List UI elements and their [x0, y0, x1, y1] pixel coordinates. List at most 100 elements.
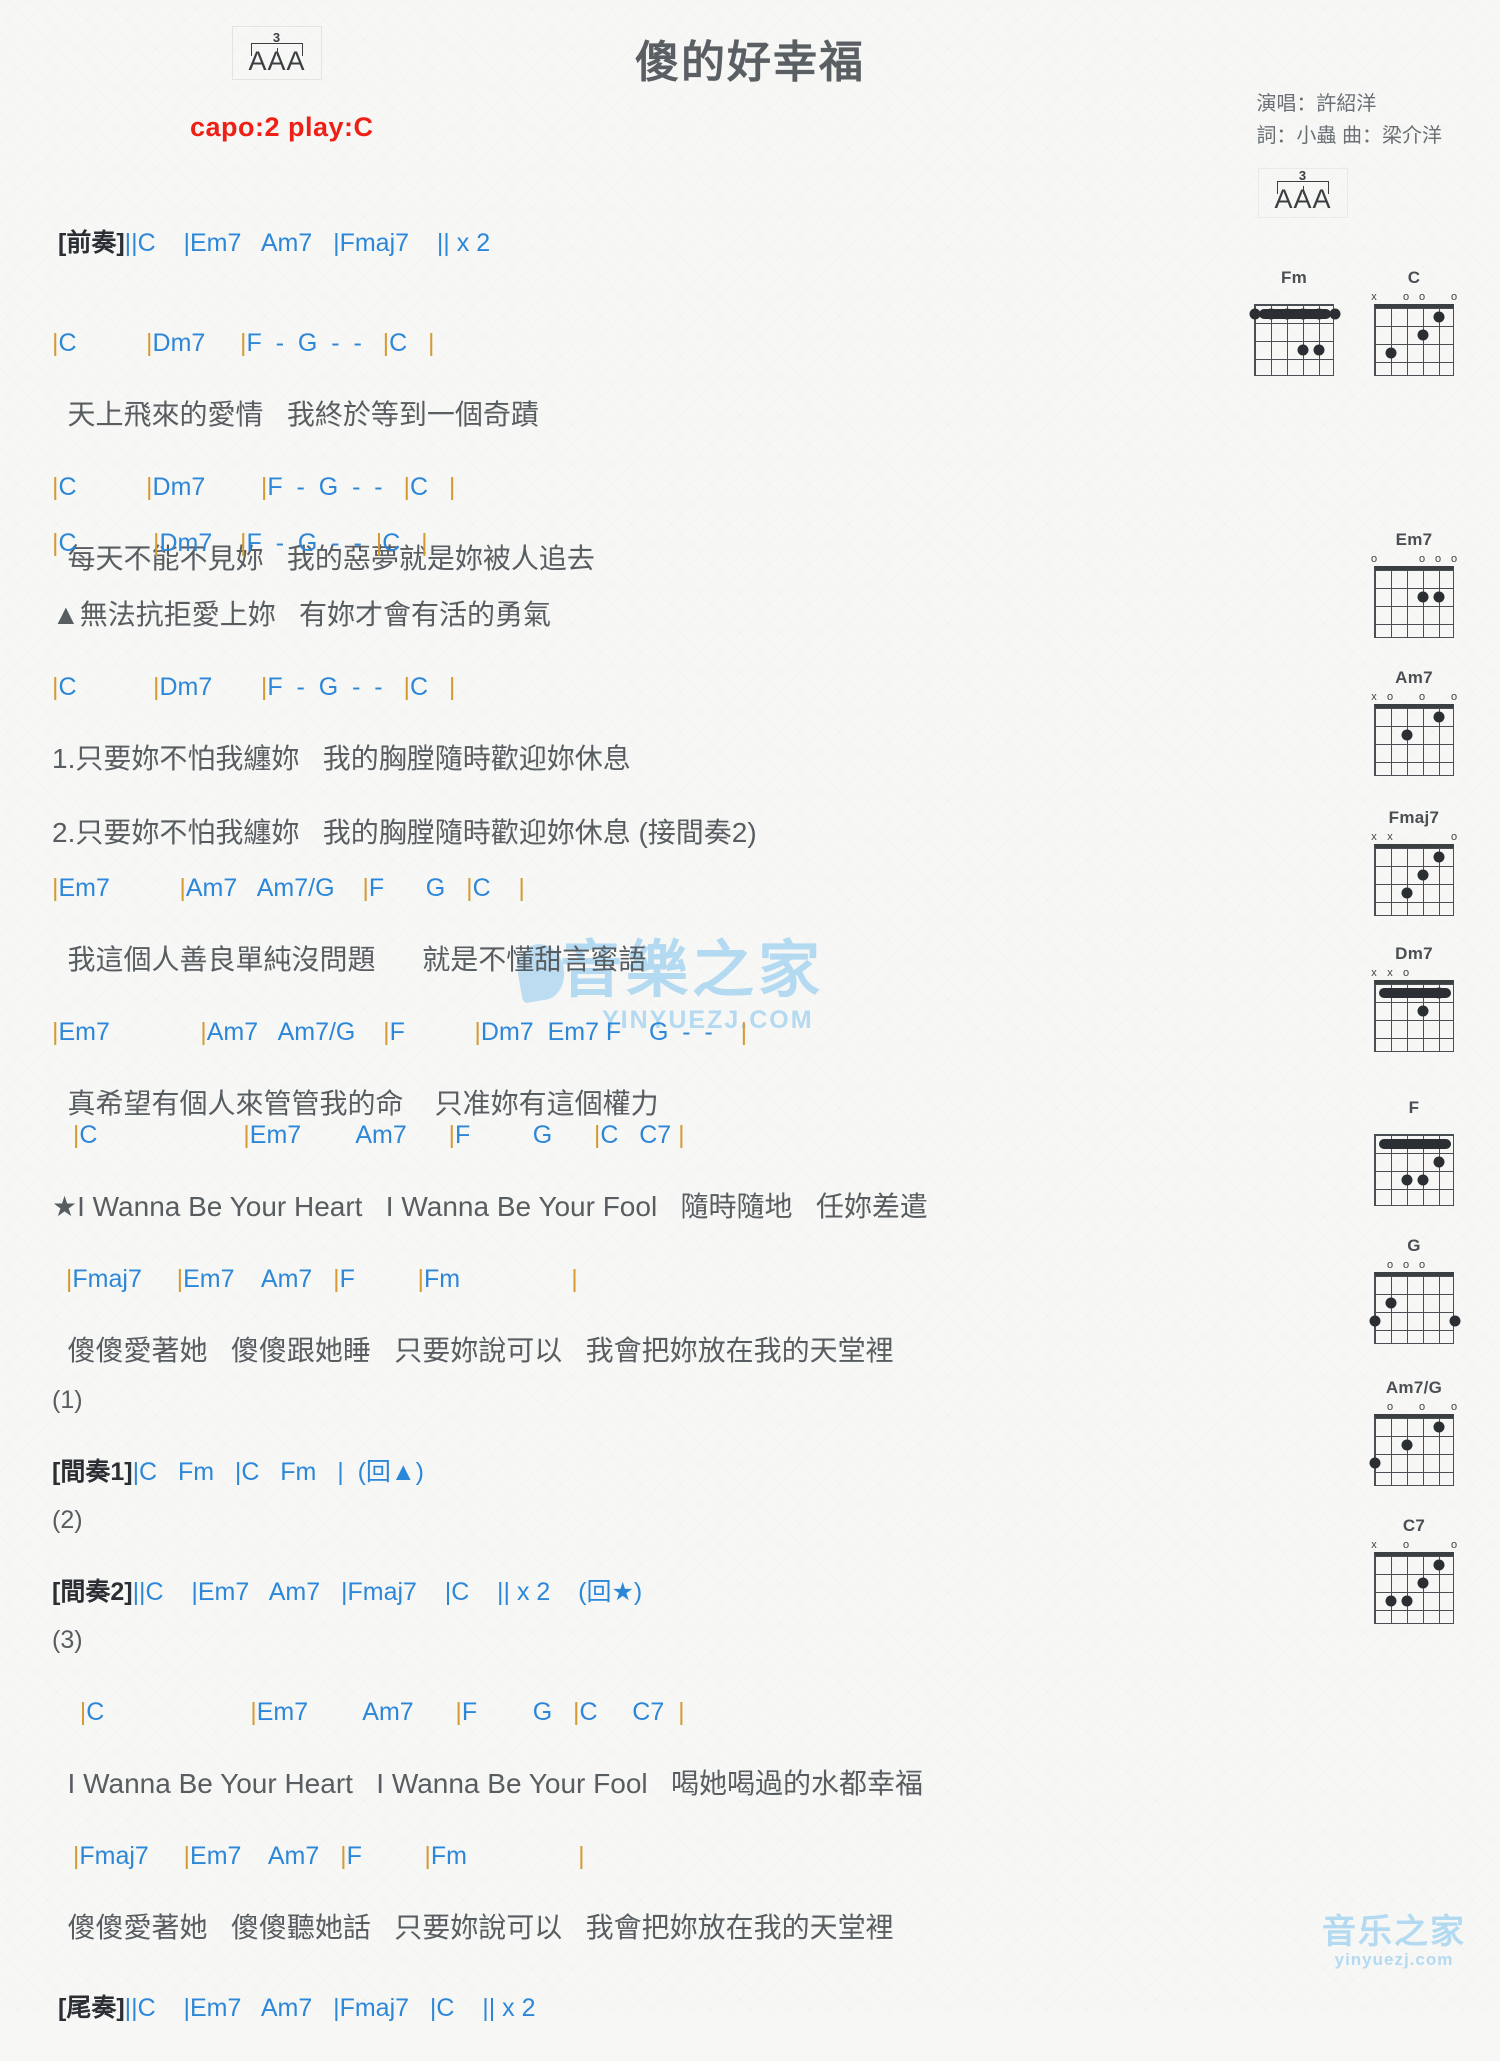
finger-dot	[1401, 887, 1413, 899]
bar-line: |	[240, 529, 247, 557]
intro-label: [前奏]	[58, 229, 125, 257]
rhythm-pattern-glyph-2: 3 AAA	[1274, 169, 1331, 217]
finger-dot	[1313, 308, 1325, 320]
finger-dot	[1401, 1174, 1413, 1186]
interlude1-number: (1)	[52, 1386, 83, 1414]
bar-line: |	[455, 1698, 462, 1726]
open-string-icon: o	[1450, 1539, 1458, 1551]
muted-string-icon: x	[1387, 967, 1393, 979]
capo-label: capo:2 play:C	[190, 112, 374, 142]
intro-line: [前奏]||C |Em7 Am7 |Fmaj7 || x 2	[58, 226, 490, 260]
finger-dot	[1369, 1315, 1381, 1327]
bar-line: |	[424, 1842, 431, 1870]
fretboard-grid	[1374, 980, 1454, 1052]
fretboard-grid	[1374, 844, 1454, 916]
fretboard-grid	[1374, 704, 1454, 776]
bar-line: |	[593, 1121, 601, 1149]
fretboard-grid	[1374, 1134, 1454, 1206]
singer-credit: 演唱：許紹洋	[1256, 93, 1377, 115]
finger-dot	[1369, 1457, 1381, 1469]
open-string-markers: xxo	[1368, 832, 1460, 844]
finger-dot	[1433, 311, 1445, 323]
fretboard-grid	[1369, 1272, 1461, 1344]
chord-row: |C |Dm7 |F - G - - |C |	[52, 673, 456, 701]
bar-line: |	[52, 874, 59, 902]
open-string-icon: o	[1386, 691, 1394, 703]
fretboard-grid	[1369, 1414, 1454, 1486]
bar-line: |	[362, 874, 369, 902]
bar-line: |	[340, 1842, 347, 1870]
chord-diagram: Fmaj7 x x o	[1366, 808, 1462, 916]
chord-row: |Fmaj7 |Em7 Am7 |F |Fm |	[72, 1842, 585, 1870]
finger-dot	[1417, 591, 1429, 603]
chord-diagram-name: Fmaj7	[1388, 808, 1440, 827]
bar-line: |	[448, 1121, 455, 1149]
bar-line: |	[518, 874, 525, 902]
credits: 演唱：許紹洋 詞：小蟲 曲：梁介洋	[1256, 88, 1442, 152]
chord-diagram-name: G	[1407, 1236, 1421, 1255]
barre-marker	[1379, 1139, 1451, 1149]
finger-dot	[1265, 308, 1277, 320]
chord-diagram: Fm	[1246, 268, 1342, 376]
section-chorus2: (3) |C |Em7 Am7 |F G |C C7 | I Wanna Be …	[52, 1585, 923, 1983]
finger-dot	[1401, 729, 1413, 741]
bar-line: |	[678, 1121, 685, 1149]
bar-line: |	[382, 329, 390, 357]
muted-string-icon: x	[1371, 967, 1377, 979]
bar-line: |	[72, 1842, 80, 1870]
finger-dot	[1281, 308, 1293, 320]
open-string-icon: o	[1450, 553, 1458, 565]
bar-line: |	[52, 329, 59, 357]
open-string-icon: o	[1418, 291, 1426, 303]
finger-dot	[1249, 308, 1261, 320]
open-string-markers: oooo	[1368, 554, 1460, 566]
open-string-icon: o	[1402, 1539, 1410, 1551]
bar-line: |	[375, 529, 383, 557]
chord-diagram-name: Am7/G	[1385, 1378, 1443, 1397]
bar-line: |	[740, 1018, 748, 1046]
bar-line: |	[573, 1698, 580, 1726]
open-string-icon: o	[1434, 553, 1442, 565]
finger-dot	[1385, 1297, 1397, 1309]
muted-string-icon: x	[1371, 691, 1377, 703]
bar-line: |	[448, 673, 456, 701]
bar-line: |	[176, 1265, 184, 1293]
chord-row: |C |Dm7 |F - G - - |C |	[52, 329, 435, 357]
section-outro: [尾奏]||C |Em7 Am7 |Fmaj7 |C || x 2	[58, 1955, 535, 2061]
chord-row: |Fmaj7 |Em7 Am7 |F |Fm |	[65, 1265, 578, 1293]
finger-dot	[1417, 1577, 1429, 1589]
fretboard-grid	[1374, 1552, 1454, 1624]
open-string-markers: xooo	[1368, 692, 1460, 704]
section-verse2: |C |Dm7 |F - G - - |C | ▲無法抗拒愛上妳 有妳才會有活的…	[52, 490, 757, 888]
bar-line: |	[428, 329, 435, 357]
muted-string-icon: x	[1387, 831, 1393, 843]
chord-diagram-name: Dm7	[1395, 944, 1433, 963]
bar-line: |	[383, 1018, 390, 1046]
open-string-icon: o	[1402, 967, 1410, 979]
open-string-markers: ooo	[1368, 1260, 1460, 1272]
muted-string-icon: x	[1371, 291, 1377, 303]
open-string-icon: o	[1450, 831, 1458, 843]
bar-line: |	[333, 1265, 340, 1293]
interlude2-number: (2)	[52, 1506, 83, 1534]
finger-dot	[1313, 344, 1325, 356]
open-string-markers: xxo	[1368, 968, 1460, 980]
open-string-icon: o	[1450, 291, 1458, 303]
open-string-icon: o	[1450, 691, 1458, 703]
finger-dot	[1401, 1595, 1413, 1607]
finger-dot	[1401, 1439, 1413, 1451]
chord-diagram-name: F	[1408, 1098, 1420, 1117]
open-string-icon: o	[1402, 1259, 1410, 1271]
song-sheet: 3 AAA 傻的好幸福 capo:2 play:C 演唱：許紹洋 詞：小蟲 曲：…	[0, 0, 1500, 2022]
chord-row: |C |Dm7 |F - G - - |C |	[52, 529, 428, 557]
open-string-icon: o	[1418, 691, 1426, 703]
lyric-row: I Wanna Be Your Heart I Wanna Be Your Fo…	[52, 1768, 923, 1799]
open-string-markers: ooo	[1368, 1402, 1460, 1414]
chorus2-number: (3)	[52, 1626, 83, 1654]
lyric-row: 傻傻愛著她 傻傻聽她話 只要妳說可以 我會把妳放在我的天堂裡	[52, 1912, 894, 1943]
bar-line: |	[474, 1018, 481, 1046]
outro-label: [尾奏]	[58, 1994, 125, 2022]
fretboard-grid	[1249, 304, 1341, 376]
chord-diagram: Gooo	[1366, 1236, 1462, 1344]
bar-line: |	[200, 1018, 207, 1046]
